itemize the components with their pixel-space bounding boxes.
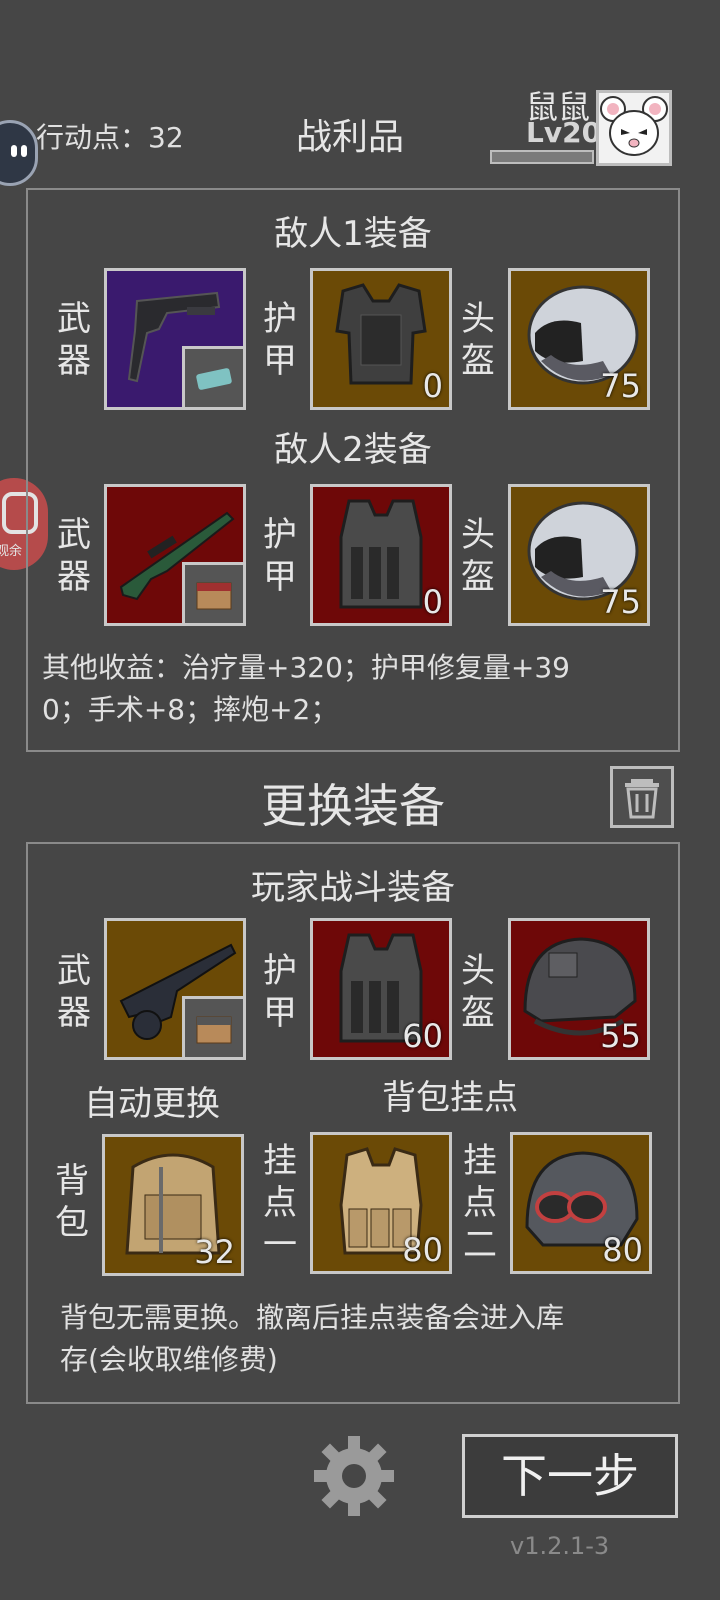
- backpack-label: 背包: [55, 1161, 89, 1243]
- next-button[interactable]: 下一步: [462, 1434, 678, 1518]
- ammo-box-icon: [196, 1016, 232, 1044]
- player-weapon-slot[interactable]: [104, 918, 246, 1060]
- durability-value: 0: [422, 583, 443, 621]
- player-level: Lv20: [526, 116, 602, 149]
- player-avatar[interactable]: [596, 90, 672, 166]
- other-gains-line2: 0；手术+8；摔炮+2；: [42, 693, 339, 726]
- helmet-label: 头盔: [461, 515, 495, 597]
- enemy1-armor-slot[interactable]: 0: [310, 268, 452, 410]
- next-button-label: 下一步: [501, 1449, 639, 1503]
- enemy2-armor-slot[interactable]: 0: [310, 484, 452, 626]
- armor-label: 护甲: [263, 515, 297, 597]
- helmet-label: 头盔: [461, 951, 495, 1033]
- version-label: v1.2.1-3: [510, 1532, 610, 1560]
- armor-label: 护甲: [263, 299, 297, 381]
- enemy2-weapon-slot[interactable]: [104, 484, 246, 626]
- enemy1-weapon-slot[interactable]: [104, 268, 246, 410]
- mount2-label: 挂点二: [463, 1141, 497, 1265]
- player-equipment-title: 玩家战斗装备: [251, 868, 455, 908]
- durability-value: 80: [402, 1231, 443, 1269]
- enemy1-title: 敌人1装备: [274, 214, 432, 254]
- face-icon: [11, 145, 17, 157]
- settings-button[interactable]: [310, 1432, 398, 1520]
- ammo-box-icon: [196, 582, 232, 610]
- ad-badge: 观余: [0, 544, 23, 559]
- ammo-icon: [196, 368, 232, 390]
- action-points: 行动点：32: [36, 121, 184, 154]
- mount1-label: 挂点一: [263, 1141, 297, 1265]
- mount1-slot[interactable]: 80: [310, 1132, 452, 1274]
- change-equipment-title: 更换装备: [261, 779, 445, 833]
- ammo-sub-slot: [182, 346, 246, 410]
- side-float-button-top[interactable]: [0, 120, 38, 186]
- player-panel: 玩家战斗装备 武器 护甲 60 头盔 55 自动更换 背包挂点 背 包 32 挂…: [26, 842, 680, 1404]
- enemy2-helmet-slot[interactable]: 75: [508, 484, 650, 626]
- durability-value: 75: [600, 367, 641, 405]
- enemy2-title: 敌人2装备: [274, 430, 432, 470]
- enemy1-helmet-slot[interactable]: 75: [508, 268, 650, 410]
- note-line2: 存(会收取维修费): [60, 1343, 278, 1376]
- page-title: 战利品: [296, 117, 405, 158]
- mount2-slot[interactable]: 80: [510, 1132, 652, 1274]
- durability-value: 55: [600, 1017, 641, 1055]
- helmet-label: 头盔: [461, 299, 495, 381]
- player-helmet-slot[interactable]: 55: [508, 918, 650, 1060]
- weapon-label: 武器: [57, 951, 91, 1033]
- other-gains-line1: 其他收益：治疗量+320；护甲修复量+39: [42, 651, 570, 684]
- note-line1: 背包无需更换。撤离后挂点装备会进入库: [60, 1301, 565, 1334]
- auto-replace-button[interactable]: 自动更换: [84, 1076, 220, 1125]
- player-armor-slot[interactable]: 60: [310, 918, 452, 1060]
- backpack-mount-title: 背包挂点: [382, 1078, 518, 1118]
- xp-bar: [490, 150, 594, 164]
- trash-button[interactable]: [610, 766, 674, 828]
- ammo-sub-slot: [182, 562, 246, 626]
- backpack-slot[interactable]: 32: [102, 1134, 244, 1276]
- capacity-value: 32: [194, 1233, 235, 1271]
- ammo-sub-slot: [182, 996, 246, 1060]
- armor-label: 护甲: [263, 951, 297, 1033]
- durability-value: 0: [422, 367, 443, 405]
- durability-value: 75: [600, 583, 641, 621]
- mouse-avatar-icon: [600, 96, 668, 156]
- weapon-label: 武器: [57, 299, 91, 381]
- trash-icon: [625, 779, 659, 819]
- durability-value: 60: [402, 1017, 443, 1055]
- loot-panel: 敌人1装备 武器 护甲 0 头盔 75 敌人2装备 武 器 护 甲 0 头 盔 …: [26, 188, 680, 752]
- gear-icon: [314, 1436, 394, 1516]
- weapon-label: 武器: [57, 515, 91, 597]
- durability-value: 80: [602, 1231, 643, 1269]
